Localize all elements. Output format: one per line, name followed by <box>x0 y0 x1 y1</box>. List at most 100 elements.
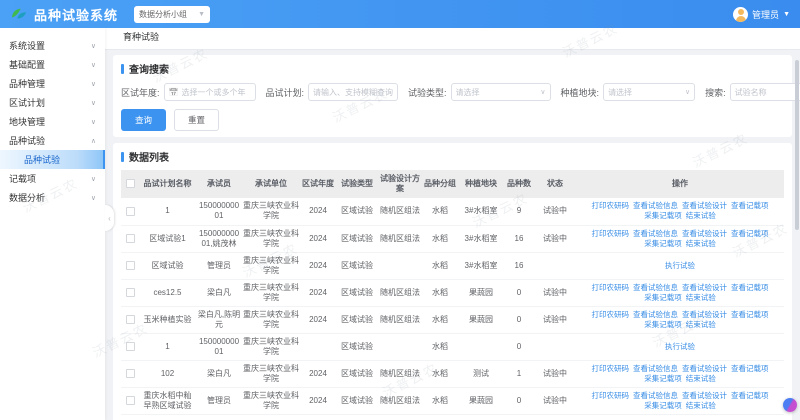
action-link[interactable]: 查看试验设计 <box>682 310 727 319</box>
actions-cell: 打印农研码查看试验信息查看试验设计查看记载项采集记载项结束试验 <box>576 225 784 252</box>
reset-button[interactable]: 重置 <box>174 109 219 131</box>
design-cell: 随机区组法 <box>378 225 422 252</box>
chevron-down-icon: ∨ <box>91 118 96 126</box>
type-cell: 区域试验 <box>336 198 378 225</box>
count-cell: 0 <box>504 306 534 333</box>
sidebar-item[interactable]: 基础配置∨ <box>0 55 105 74</box>
keyword-input[interactable] <box>735 88 800 97</box>
vertical-scrollbar[interactable] <box>795 60 799 230</box>
row-checkbox[interactable] <box>126 315 135 324</box>
select-all-checkbox[interactable] <box>126 179 135 188</box>
sidebar-item[interactable]: 系统设置∨ <box>0 36 105 55</box>
user-menu[interactable]: 管理员 ▼ <box>733 7 790 22</box>
action-link[interactable]: 查看试验设计 <box>682 229 727 238</box>
sidebar-subitem[interactable]: 品种试验 <box>0 150 105 169</box>
team-selector-dropdown[interactable]: 数据分析小组 ▼ <box>134 6 210 23</box>
action-link[interactable]: 打印农研码 <box>592 201 630 210</box>
row-checkbox[interactable] <box>126 261 135 270</box>
chevron-down-icon: ∨ <box>91 175 96 183</box>
execute-trial-link[interactable]: 执行试验 <box>665 261 695 270</box>
keyword-input-box[interactable] <box>730 83 800 101</box>
action-link[interactable]: 查看试验信息 <box>633 201 678 210</box>
action-link[interactable]: 打印农研码 <box>592 283 630 292</box>
row-checkbox[interactable] <box>126 369 135 378</box>
action-link[interactable]: 查看试验设计 <box>682 391 727 400</box>
action-link[interactable]: 查看试验信息 <box>633 391 678 400</box>
action-link[interactable]: 结束试验 <box>686 211 716 220</box>
sidebar-item-label: 系统设置 <box>9 39 45 52</box>
search-form-row: 区试年度: 📅 品试计划: 试验类型: ∨ <box>121 83 784 101</box>
action-link[interactable]: 打印农研码 <box>592 391 630 400</box>
trial-plan-input[interactable] <box>313 88 393 97</box>
year-cell: 2024 <box>300 225 336 252</box>
main-area: 育种试验 查询搜索 区试年度: 📅 品试计划: <box>105 28 800 420</box>
action-link[interactable]: 采集记载项 <box>644 374 682 383</box>
action-link[interactable]: 采集记载项 <box>644 401 682 410</box>
count-cell: 1 <box>504 360 534 387</box>
action-link[interactable]: 打印农研码 <box>592 229 630 238</box>
action-link[interactable]: 结束试验 <box>686 401 716 410</box>
action-link[interactable]: 采集记载项 <box>644 293 682 302</box>
list-section-title-text: 数据列表 <box>129 149 169 164</box>
plot-cell: 果蔬园 <box>458 279 504 306</box>
sidebar-item[interactable]: 品种试验∧ <box>0 131 105 150</box>
action-link[interactable]: 结束试验 <box>686 293 716 302</box>
trial-type-select[interactable]: ∨ <box>451 83 551 101</box>
row-checkbox[interactable] <box>126 396 135 405</box>
actions-cell: 打印农研码查看试验信息查看试验设计查看记载项采集记载项结束试验 <box>576 387 784 414</box>
action-link[interactable]: 查看试验设计 <box>682 364 727 373</box>
action-link[interactable]: 查看记载项 <box>731 229 769 238</box>
trial-year-input[interactable] <box>181 88 250 97</box>
planting-plot-select-input[interactable] <box>608 88 683 97</box>
sidebar-item[interactable]: 数据分析∨ <box>0 188 105 207</box>
row-checkbox[interactable] <box>126 342 135 351</box>
tab-breeding-trial[interactable]: 育种试验 <box>121 26 161 49</box>
sidebar-item-label: 基础配置 <box>9 58 45 71</box>
floating-widget-button[interactable] <box>783 398 797 412</box>
row-checkbox[interactable] <box>126 234 135 243</box>
group-cell: 水稻 <box>422 306 458 333</box>
plot-cell: 果蔬园 <box>458 387 504 414</box>
plan-name-cell: ces12.5 <box>139 279 196 306</box>
action-link[interactable]: 采集记载项 <box>644 239 682 248</box>
action-link[interactable]: 查看记载项 <box>731 310 769 319</box>
query-button[interactable]: 查询 <box>121 109 166 131</box>
action-link[interactable]: 查看试验信息 <box>633 283 678 292</box>
trial-year-input-box[interactable]: 📅 <box>164 83 256 101</box>
sidebar-menu: 系统设置∨基础配置∨品种管理∨区试计划∨地块管理∨品种试验∧品种试验记载项∨数据… <box>0 36 105 207</box>
trial-plan-input-box[interactable] <box>308 83 398 101</box>
sidebar-item[interactable]: 记载项∨ <box>0 169 105 188</box>
action-link[interactable]: 查看试验设计 <box>682 201 727 210</box>
action-link[interactable]: 采集记载项 <box>644 211 682 220</box>
action-link[interactable]: 查看试验信息 <box>633 364 678 373</box>
group-cell: 水稻 <box>422 198 458 225</box>
action-link[interactable]: 查看记载项 <box>731 391 769 400</box>
action-link[interactable]: 结束试验 <box>686 239 716 248</box>
row-checkbox-cell <box>121 387 139 414</box>
action-link[interactable]: 结束试验 <box>686 374 716 383</box>
row-checkbox[interactable] <box>126 288 135 297</box>
planting-plot-select[interactable]: ∨ <box>603 83 695 101</box>
action-link[interactable]: 查看记载项 <box>731 364 769 373</box>
sidebar-item[interactable]: 品种管理∨ <box>0 74 105 93</box>
org-cell: 重庆三峡农业科学院 <box>242 360 300 387</box>
column-header: 承试员 <box>196 170 242 198</box>
action-link[interactable]: 结束试验 <box>686 320 716 329</box>
data-list-panel: 数据列表 品试计划名称承试员承试单位区试年度试验类型试验设计方案品种分组种植地块… <box>113 143 792 420</box>
year-cell <box>300 333 336 360</box>
action-link[interactable]: 查看记载项 <box>731 283 769 292</box>
action-link[interactable]: 查看记载项 <box>731 201 769 210</box>
design-cell: 随机区组法 <box>378 306 422 333</box>
sidebar-item[interactable]: 区试计划∨ <box>0 93 105 112</box>
type-cell: 区域试验 <box>336 252 378 279</box>
action-link[interactable]: 打印农研码 <box>592 310 630 319</box>
row-checkbox[interactable] <box>126 207 135 216</box>
action-link[interactable]: 查看试验设计 <box>682 283 727 292</box>
trial-type-select-input[interactable] <box>456 88 539 97</box>
action-link[interactable]: 查看试验信息 <box>633 310 678 319</box>
action-link[interactable]: 打印农研码 <box>592 364 630 373</box>
action-link[interactable]: 查看试验信息 <box>633 229 678 238</box>
execute-trial-link[interactable]: 执行试验 <box>665 342 695 351</box>
sidebar-item[interactable]: 地块管理∨ <box>0 112 105 131</box>
action-link[interactable]: 采集记载项 <box>644 320 682 329</box>
